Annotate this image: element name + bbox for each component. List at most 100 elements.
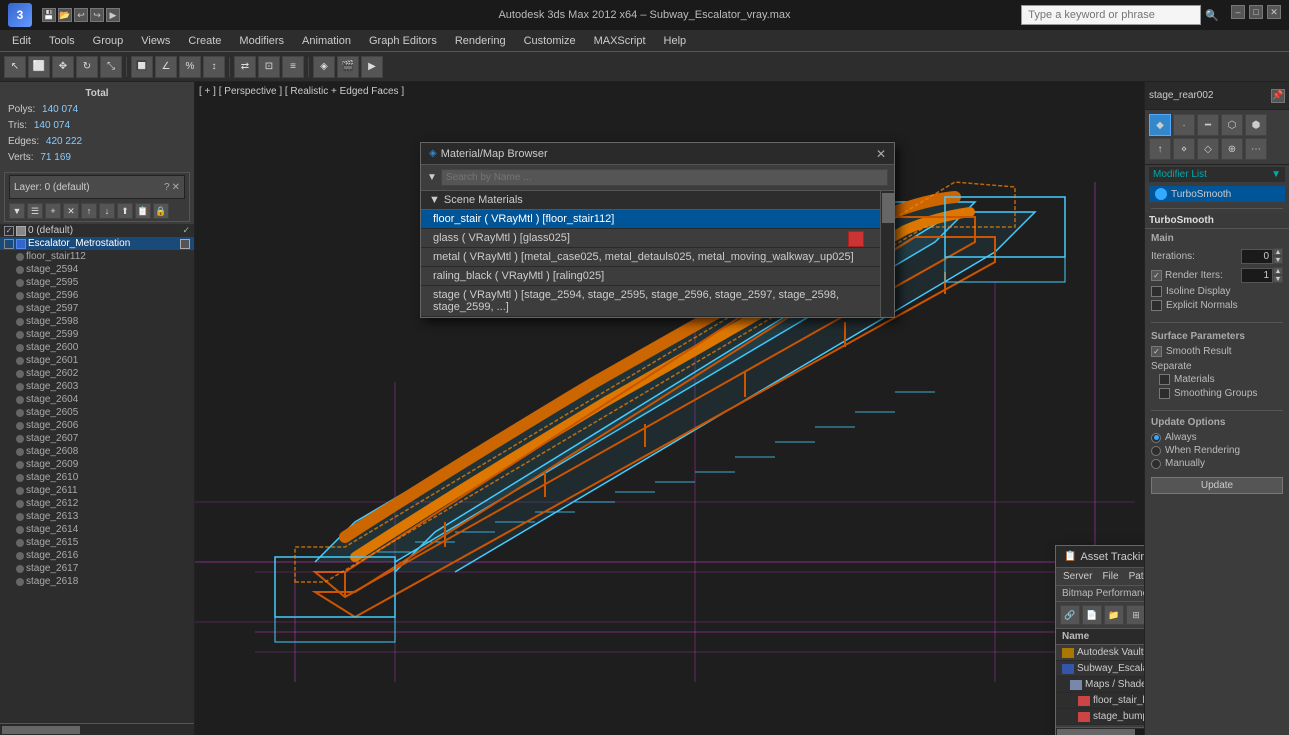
spinner-snap[interactable]: ↕ <box>203 56 225 78</box>
layer-tool-6[interactable]: ⬆ <box>117 203 133 219</box>
rotate-tool[interactable]: ↻ <box>76 56 98 78</box>
percent-snap[interactable]: % <box>179 56 201 78</box>
menu-maxscript[interactable]: MAXScript <box>586 33 654 49</box>
sublayer-stage-2615[interactable]: stage_2615 <box>0 536 194 549</box>
layer-tool-2[interactable]: + <box>45 203 61 219</box>
sublayer-stage-2598[interactable]: stage_2598 <box>0 315 194 328</box>
rt-bevel-btn[interactable]: ◇ <box>1197 138 1219 160</box>
at-tb-3[interactable]: ⊞ <box>1126 605 1144 625</box>
sublayer-stage-2597[interactable]: stage_2597 <box>0 302 194 315</box>
layer-tool-7[interactable]: 📋 <box>135 203 151 219</box>
mb-item-2[interactable]: metal ( VRayMtl ) [metal_case025, metal_… <box>421 248 880 267</box>
sublayer-stage-2595[interactable]: stage_2595 <box>0 276 194 289</box>
rt-inset-btn[interactable]: ⊕ <box>1221 138 1243 160</box>
move-tool[interactable]: ✥ <box>52 56 74 78</box>
at-menu-file[interactable]: File <box>1099 570 1121 583</box>
sublayer-stage-2601[interactable]: stage_2601 <box>0 354 194 367</box>
menu-tools[interactable]: Tools <box>41 33 83 49</box>
sublayer-stage-2608[interactable]: stage_2608 <box>0 445 194 458</box>
sublayer-stage-2617[interactable]: stage_2617 <box>0 562 194 575</box>
mb-item-0[interactable]: floor_stair ( VRayMtl ) [floor_stair112] <box>421 210 880 229</box>
sublayer-stage-2604[interactable]: stage_2604 <box>0 393 194 406</box>
mirror-tool[interactable]: ⇄ <box>234 56 256 78</box>
search-input[interactable] <box>1021 5 1201 25</box>
sublayer-stage-2611[interactable]: stage_2611 <box>0 484 194 497</box>
sublayer-stage-2606[interactable]: stage_2606 <box>0 419 194 432</box>
sublayer-stage-2603[interactable]: stage_2603 <box>0 380 194 393</box>
menu-customize[interactable]: Customize <box>516 33 584 49</box>
sublayer-floor-stair[interactable]: floor_stair112 <box>0 250 194 263</box>
sublayer-stage-2613[interactable]: stage_2613 <box>0 510 194 523</box>
layer-tool-8[interactable]: 🔒 <box>153 203 169 219</box>
sublayer-stage-2618[interactable]: stage_2618 <box>0 575 194 588</box>
minimize-button[interactable]: – <box>1231 5 1245 19</box>
render-iters-up[interactable]: ▲ <box>1273 267 1283 275</box>
angle-snap[interactable]: ∠ <box>155 56 177 78</box>
rp-pin-btn[interactable]: 📌 <box>1271 89 1285 103</box>
menu-group[interactable]: Group <box>85 33 132 49</box>
render-iters-input[interactable] <box>1241 268 1273 283</box>
select-region[interactable]: ⬜ <box>28 56 50 78</box>
tb-render[interactable]: ▶ <box>106 8 120 22</box>
layer-hscroll-thumb[interactable] <box>2 726 80 734</box>
at-tb-2[interactable]: 📁 <box>1104 605 1124 625</box>
at-menu-paths[interactable]: Paths <box>1126 570 1144 583</box>
mb-scroll-thumb[interactable] <box>882 193 894 223</box>
modifier-dropdown[interactable]: Modifier List ▼ <box>1149 167 1285 182</box>
rt-edge-btn[interactable]: ━ <box>1197 114 1219 136</box>
select-tool[interactable]: ↖ <box>4 56 26 78</box>
at-row-stage-bump[interactable]: stage_bump.png Found <box>1056 709 1144 725</box>
at-tb-0[interactable]: 🔗 <box>1060 605 1080 625</box>
layer-help-btn[interactable]: ? <box>164 182 170 193</box>
smoothing-checkbox[interactable] <box>1159 388 1170 399</box>
viewport[interactable]: [ + ] [ Perspective ] [ Realistic + Edge… <box>195 82 1144 735</box>
sublayer-stage-2602[interactable]: stage_2602 <box>0 367 194 380</box>
layer-tool-1[interactable]: ☰ <box>27 203 43 219</box>
sublayer-stage-2616[interactable]: stage_2616 <box>0 549 194 562</box>
menu-animation[interactable]: Animation <box>294 33 359 49</box>
tb-open[interactable]: 📂 <box>58 8 72 22</box>
tb-save[interactable]: 💾 <box>42 8 56 22</box>
at-row-floor-stair[interactable]: floor_stair_bump.png Found <box>1056 693 1144 709</box>
menu-edit[interactable]: Edit <box>4 33 39 49</box>
sublayer-stage-2610[interactable]: stage_2610 <box>0 471 194 484</box>
mb-close-btn[interactable]: ✕ <box>876 147 886 161</box>
layer-close-btn[interactable]: ✕ <box>172 182 180 193</box>
layer-tool-3[interactable]: ✕ <box>63 203 79 219</box>
layer-lock-escalator[interactable] <box>180 239 190 249</box>
iterations-up[interactable]: ▲ <box>1273 248 1283 256</box>
rt-extrude-btn[interactable]: ↑ <box>1149 138 1171 160</box>
rt-vertex-btn[interactable]: · <box>1173 114 1195 136</box>
render-setup-btn[interactable]: 🎬 <box>337 56 359 78</box>
sublayer-stage-2600[interactable]: stage_2600 <box>0 341 194 354</box>
isoline-checkbox[interactable] <box>1151 286 1162 297</box>
at-hscrollbar[interactable] <box>1056 727 1144 735</box>
rt-element-btn[interactable]: ⬢ <box>1245 114 1267 136</box>
quick-render-btn[interactable]: ▶ <box>361 56 383 78</box>
mb-scrollbar[interactable] <box>880 191 894 317</box>
render-iters-checkbox[interactable]: ✓ <box>1151 270 1162 281</box>
mb-search-input[interactable] <box>441 169 888 186</box>
layer-tool-5[interactable]: ↓ <box>99 203 115 219</box>
update-button[interactable]: Update <box>1151 477 1283 494</box>
snap-toggle[interactable]: 🔲 <box>131 56 153 78</box>
scale-tool[interactable]: ⤡ <box>100 56 122 78</box>
layer-manager-btn[interactable]: ≡ <box>282 56 304 78</box>
at-row-maps[interactable]: Maps / Shaders <box>1056 677 1144 693</box>
mb-item-1[interactable]: glass ( VRayMtl ) [glass025] <box>421 229 880 248</box>
layer-tool-4[interactable]: ↑ <box>81 203 97 219</box>
menu-modifiers[interactable]: Modifiers <box>231 33 292 49</box>
close-button[interactable]: ✕ <box>1267 5 1281 19</box>
rt-polygon-btn[interactable]: ◆ <box>1149 114 1171 136</box>
sublayer-stage-2614[interactable]: stage_2614 <box>0 523 194 536</box>
layer-checkbox-default[interactable]: ✓ <box>4 226 14 236</box>
layer-item-escalator[interactable]: Escalator_Metrostation <box>0 237 194 250</box>
iterations-input[interactable] <box>1241 249 1273 264</box>
rt-bridge-btn[interactable]: ⋯ <box>1245 138 1267 160</box>
layer-item-default[interactable]: ✓ 0 (default) ✓ <box>0 224 194 237</box>
at-menu-server[interactable]: Server <box>1060 570 1095 583</box>
sublayer-stage-2607[interactable]: stage_2607 <box>0 432 194 445</box>
sublayer-stage-2612[interactable]: stage_2612 <box>0 497 194 510</box>
mb-item-4[interactable]: stage ( VRayMtl ) [stage_2594, stage_259… <box>421 286 880 317</box>
maximize-button[interactable]: □ <box>1249 5 1263 19</box>
